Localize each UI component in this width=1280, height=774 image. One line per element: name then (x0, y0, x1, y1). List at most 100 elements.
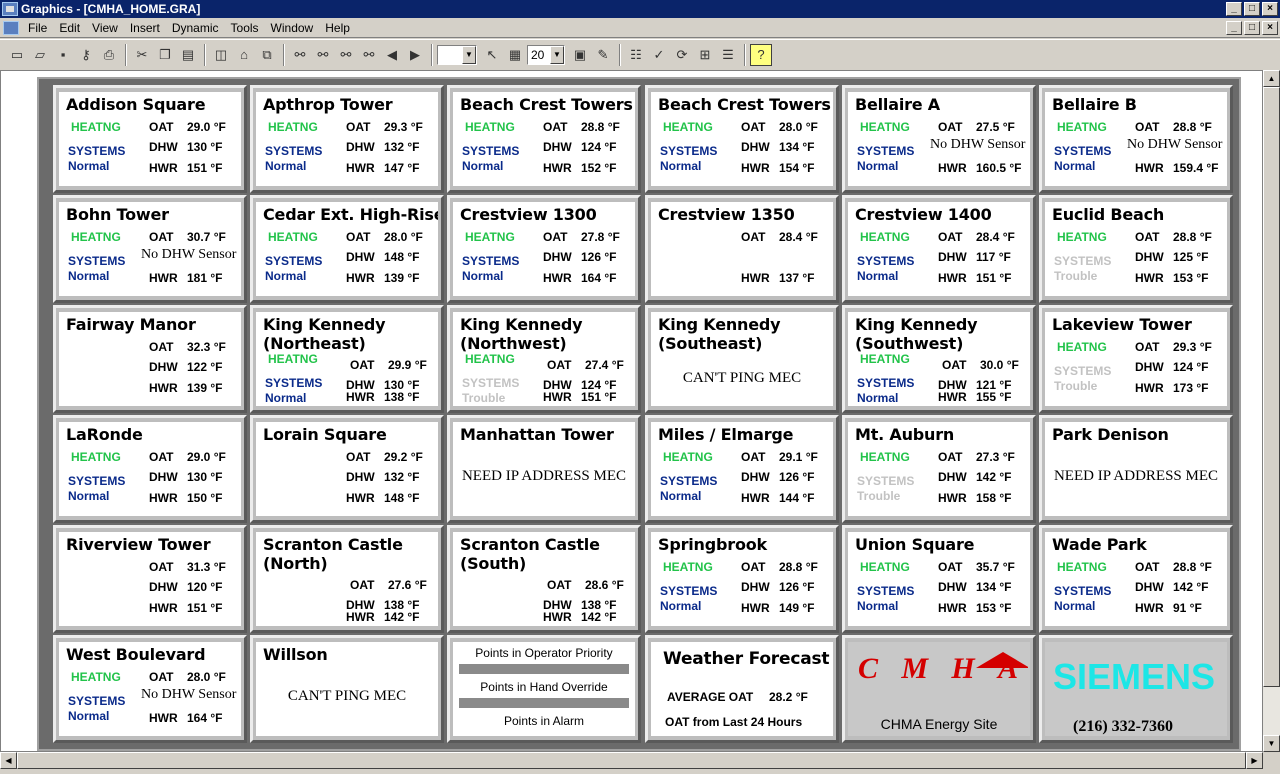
new-file-icon[interactable]: ▭ (6, 44, 28, 66)
heating-indicator: HEATNG (465, 352, 515, 366)
building-tile[interactable]: CMHA CHMA Energy Site (842, 635, 1036, 743)
hwr-value: 159.4 °F (1173, 161, 1219, 175)
doc-restore-button[interactable]: □ (1244, 20, 1260, 35)
scroll-down-icon[interactable]: ▼ (1263, 735, 1280, 752)
building-tile[interactable]: Mt. Auburn OAT 27.3 °F DHW 142 °F HWR 158 °F HE… (842, 415, 1036, 523)
layer-select[interactable]: ▼ (437, 44, 477, 65)
building-tile[interactable]: LaRonde OAT 29.0 °F DHW 130 °F HWR 150 °F HEATN… (53, 415, 247, 523)
building-tile[interactable]: Scranton Castle (South) OAT 28.6 °F DHW 138 … (447, 525, 641, 633)
building-tile[interactable]: Beach Crest Towers B OAT 28.0 °F DHW 134 °F H… (645, 85, 839, 193)
building-tile[interactable]: Bohn Tower OAT 30.7 °F No DHW Sensor HWR 181 … (53, 195, 247, 303)
building-tile[interactable]: Fairway Manor OAT 32.3 °F DHW 122 °F HWR 139 °… (53, 305, 247, 413)
building-tile[interactable]: Weather Forecast AVERAGE OAT 28.2 °F OAT fr… (645, 635, 839, 743)
vertical-scrollbar[interactable]: ▲ ▼ (1263, 70, 1280, 752)
building-tile[interactable]: Union Square OAT 35.7 °F DHW 134 °F HWR 153 °F… (842, 525, 1036, 633)
key-icon[interactable]: ⚷ (75, 44, 97, 66)
link-icon[interactable]: ⚯ (289, 44, 311, 66)
check-icon[interactable]: ✓ (648, 44, 670, 66)
points-alarm[interactable]: Points in Alarm (453, 714, 635, 728)
systems-status: Normal (265, 159, 307, 173)
copy-icon[interactable]: ❐ (154, 44, 176, 66)
dynamic-icon[interactable]: ▣ (569, 44, 591, 66)
open-folder-icon[interactable]: ▱ (29, 44, 51, 66)
building-tile[interactable]: Beach Crest Towers A OAT 28.8 °F DHW 124 °F H… (447, 85, 641, 193)
link-remove-icon[interactable]: ⚯ (358, 44, 380, 66)
building-tile[interactable]: Euclid Beach OAT 28.8 °F DHW 125 °F HWR 153 °F… (1039, 195, 1233, 303)
network-icon[interactable]: ⧉ (256, 44, 278, 66)
building-tile[interactable]: Bellaire B OAT 28.8 °F No DHW Sensor HWR 159.… (1039, 85, 1233, 193)
maximize-button[interactable]: □ (1244, 2, 1260, 16)
systems-indicator: SYSTEMS (1054, 144, 1112, 158)
building-tile[interactable]: SIEMENS (216) 332-7360 (1039, 635, 1233, 743)
open-graphic-icon[interactable]: ◫ (210, 44, 232, 66)
grid-icon[interactable]: ▦ (504, 44, 526, 66)
building-tile[interactable]: Cedar Ext. High-Rise OAT 28.0 °F DHW 148 °F H… (250, 195, 444, 303)
cut-icon[interactable]: ✂ (131, 44, 153, 66)
link-add-icon[interactable]: ⚯ (312, 44, 334, 66)
tree-icon[interactable]: ⊞ (694, 44, 716, 66)
minimize-button[interactable]: _ (1226, 2, 1242, 16)
doc-minimize-button[interactable]: _ (1226, 20, 1242, 35)
menu-insert[interactable]: Insert (125, 21, 167, 35)
menu-view[interactable]: View (87, 21, 125, 35)
building-tile[interactable]: Points in Operator Priority Points in Han… (447, 635, 641, 743)
building-tile[interactable]: King Kennedy (Northeast) OAT 29.9 °F DHW 130… (250, 305, 444, 413)
paste-icon[interactable]: ▤ (177, 44, 199, 66)
horizontal-scrollbar[interactable]: ◀ ▶ (0, 752, 1263, 769)
scroll-up-icon[interactable]: ▲ (1263, 70, 1280, 87)
select-pointer-icon[interactable]: ↖ (481, 44, 503, 66)
building-tile[interactable]: Lorain Square OAT 29.2 °F DHW 132 °F HWR 148 °… (250, 415, 444, 523)
building-tile[interactable]: Lakeview Tower OAT 29.3 °F DHW 124 °F HWR 173 … (1039, 305, 1233, 413)
building-tile[interactable]: West Boulevard OAT 28.0 °F No DHW Sensor HWR… (53, 635, 247, 743)
building-tile[interactable]: Wade Park OAT 28.8 °F DHW 142 °F HWR 91 °F HEAT… (1039, 525, 1233, 633)
building-tile[interactable]: Park Denison NEED IP ADDRESS MEC (1039, 415, 1233, 523)
oat-label: OAT (741, 450, 766, 464)
menu-file[interactable]: File (23, 21, 54, 35)
scroll-left-icon[interactable]: ◀ (0, 752, 17, 769)
points-override[interactable]: Points in Hand Override (453, 680, 635, 694)
document-icon[interactable] (3, 20, 19, 35)
refresh-icon[interactable]: ⟳ (671, 44, 693, 66)
forward-arrow-icon[interactable]: ▶ (404, 44, 426, 66)
building-tile[interactable]: King Kennedy (Southwest) OAT 30.0 °F DHW 121… (842, 305, 1036, 413)
back-arrow-icon[interactable]: ◀ (381, 44, 403, 66)
building-tile[interactable]: Crestview 1300 OAT 27.8 °F DHW 126 °F HWR 164 … (447, 195, 641, 303)
menu-edit[interactable]: Edit (54, 21, 87, 35)
dhw-sensor-note: No DHW Sensor (141, 247, 237, 262)
building-tile[interactable]: Willson CAN'T PING MEC (250, 635, 444, 743)
menu-help[interactable]: Help (320, 21, 357, 35)
report-icon[interactable]: ☰ (717, 44, 739, 66)
building-tile[interactable]: Scranton Castle (North) OAT 27.6 °F DHW 138 … (250, 525, 444, 633)
building-tile[interactable]: King Kennedy (Northwest) OAT 27.4 °F DHW 124… (447, 305, 641, 413)
doc-close-button[interactable]: × (1262, 20, 1278, 35)
save-icon[interactable]: ▪ (52, 44, 74, 66)
home-icon[interactable]: ⌂ (233, 44, 255, 66)
link-edit-icon[interactable]: ⚯ (335, 44, 357, 66)
print-icon[interactable]: ⎙ (98, 44, 120, 66)
close-button[interactable]: × (1262, 2, 1278, 16)
building-tile[interactable]: King Kennedy (Southeast) CAN'T PING MEC (645, 305, 839, 413)
systems-indicator: SYSTEMS (857, 584, 915, 598)
horizontal-scroll-thumb[interactable] (17, 752, 1246, 769)
vertical-scroll-thumb[interactable] (1263, 87, 1280, 687)
properties-icon[interactable]: ☷ (625, 44, 647, 66)
building-tile[interactable]: Addison Square OAT 29.0 °F DHW 130 °F HWR 151 … (53, 85, 247, 193)
building-tile[interactable]: Apthrop Tower OAT 29.3 °F DHW 132 °F HWR 147 °… (250, 85, 444, 193)
points-priority[interactable]: Points in Operator Priority (453, 646, 635, 660)
edit-dynamic-icon[interactable]: ✎ (592, 44, 614, 66)
building-tile[interactable]: Crestview 1400 OAT 28.4 °F DHW 117 °F HWR 151 … (842, 195, 1036, 303)
menu-window[interactable]: Window (266, 21, 321, 35)
menu-dynamic[interactable]: Dynamic (167, 21, 226, 35)
hwr-label: HWR (149, 271, 178, 285)
systems-status: Normal (68, 489, 110, 503)
zoom-select[interactable]: 20 ▼ (527, 44, 565, 65)
building-tile[interactable]: Bellaire A OAT 27.5 °F No DHW Sensor HWR 160.… (842, 85, 1036, 193)
building-tile[interactable]: Riverview Tower OAT 31.3 °F DHW 120 °F HWR 151… (53, 525, 247, 633)
menu-tools[interactable]: Tools (226, 21, 266, 35)
building-tile[interactable]: Manhattan Tower NEED IP ADDRESS MEC (447, 415, 641, 523)
building-tile[interactable]: Crestview 1350 OAT 28.4 °F HWR 137 °F (645, 195, 839, 303)
scroll-right-icon[interactable]: ▶ (1246, 752, 1263, 769)
building-tile[interactable]: Springbrook OAT 28.8 °F DHW 126 °F HWR 149 °F H… (645, 525, 839, 633)
help-icon[interactable]: ? (750, 43, 772, 66)
building-tile[interactable]: Miles / Elmarge OAT 29.1 °F DHW 126 °F HWR 144… (645, 415, 839, 523)
